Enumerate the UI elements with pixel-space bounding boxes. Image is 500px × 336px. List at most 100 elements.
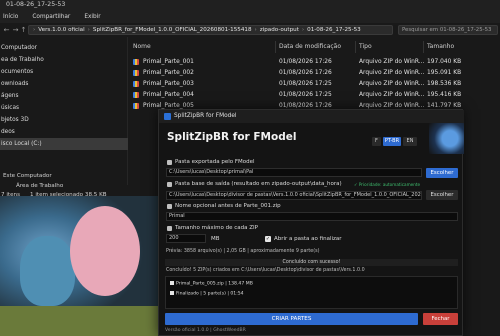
explorer-ribbon-tabs: Início Compartilhar Exibir: [0, 11, 500, 23]
address-row: ← → ↑ › Vers.1.0.0 oficial › SplitZipBR_…: [0, 23, 500, 37]
search-input[interactable]: Pesquisar em 01-08-26_17-25-53: [398, 25, 498, 35]
tag-icon: [167, 204, 172, 209]
file-row[interactable]: Primal_Parte_002 01/08/2026 17:26 Arquiv…: [130, 68, 500, 78]
auto-priority-badge: ✓ Prioridade: automaticamente: [354, 182, 421, 187]
pokemon-preview-image: [0, 196, 160, 336]
open-folder-label: Abrir a pasta ao finalizar: [274, 236, 342, 242]
sidebar-item-downloads[interactable]: ownloads: [0, 78, 128, 90]
max-size-unit: MB: [211, 236, 220, 242]
file-name: Primal_Parte_001: [143, 59, 194, 65]
column-divider[interactable]: [355, 41, 356, 53]
sidebar-item-images[interactable]: ágens: [0, 90, 128, 102]
sidebar-item-local-disk[interactable]: isco Local (C:): [0, 138, 128, 150]
file-name: Primal_Parte_004: [143, 92, 194, 98]
folder-icon: [167, 160, 172, 165]
winrar-archive-icon: [133, 59, 139, 65]
dialog-header: SplitZipBR for FModel F PT-BR EN: [159, 123, 464, 154]
result-summary: Concluído! 5 ZIP(s) criados em C:\Users\…: [166, 268, 365, 273]
file-size: 195.416 KB: [427, 92, 462, 98]
column-header-date[interactable]: Data de modificação: [279, 41, 341, 53]
breadcrumb-item[interactable]: 01-08-26_17-25-53: [307, 27, 361, 33]
optional-name-label: Nome opcional antes de Parte_001.zip: [175, 203, 281, 209]
explorer-status-area: Este Computador Área de Trabalho 7 itens…: [0, 173, 130, 198]
winrar-archive-icon: [133, 81, 139, 87]
chevron-right-icon: ›: [301, 27, 305, 33]
max-size-label: Tamanho máximo de cada ZIP: [175, 225, 258, 231]
column-header-size[interactable]: Tamanho: [427, 41, 454, 53]
language-button-en[interactable]: EN: [403, 137, 417, 146]
sidebar-item-desktop[interactable]: ea de Trabalho: [0, 54, 128, 66]
folder-icon: [167, 182, 172, 187]
file-date: 01/08/2026 17:25: [279, 81, 332, 87]
winrar-archive-icon: [133, 103, 139, 109]
breadcrumb-item[interactable]: zipado-output: [260, 27, 299, 33]
dialog-window-title: SplitZipBR for FModel: [174, 113, 237, 119]
explorer-titlebar: 01-08-26_17-25-53: [0, 0, 500, 11]
dialog-titlebar[interactable]: SplitZipBR for FModel: [159, 110, 464, 123]
file-size: 198.536 KB: [427, 81, 462, 87]
log-line: Primal_Parte_005.zip | 138.47 MB: [170, 281, 253, 287]
app-heading: SplitZipBR for FModel: [167, 131, 297, 143]
chevron-right-icon: ›: [33, 27, 36, 33]
optional-name-field[interactable]: Primal: [166, 212, 458, 221]
check-icon: [170, 291, 174, 295]
chevron-right-icon: ›: [87, 27, 90, 33]
file-date: 01/08/2026 17:25: [279, 92, 332, 98]
column-divider[interactable]: [275, 41, 276, 53]
open-folder-checkbox[interactable]: ✓: [265, 236, 271, 242]
success-banner: Concluído com sucesso!: [165, 259, 458, 266]
log-text: Finalizado | 5 parte(s) | 01:54: [176, 291, 244, 297]
file-name: Primal_Parte_003: [143, 81, 194, 87]
sidebar-item-documents[interactable]: ocumentos: [0, 66, 128, 78]
max-size-field[interactable]: 200: [166, 234, 206, 243]
ribbon-tab-inicio[interactable]: Início: [3, 11, 18, 23]
choose-source-button[interactable]: Escolher: [426, 168, 458, 178]
base-folder-label: Pasta base de saída (resultado em zipado…: [175, 181, 342, 187]
file-date: 01/08/2026 17:26: [279, 59, 332, 65]
back-arrow-icon[interactable]: ←: [2, 25, 11, 35]
splitzip-dialog: SplitZipBR for FModel SplitZipBR for FMo…: [158, 109, 464, 336]
explorer-window-title: 01-08-26_17-25-53: [6, 1, 66, 8]
source-folder-label: Pasta exportada pelo FModel: [175, 159, 255, 165]
file-type: Arquivo ZIP do WinR...: [359, 70, 425, 76]
check-icon: [170, 281, 174, 285]
file-name: Primal_Parte_002: [143, 70, 194, 76]
file-row[interactable]: Primal_Parte_003 01/08/2026 17:25 Arquiv…: [130, 79, 500, 89]
column-header-type[interactable]: Tipo: [359, 41, 372, 53]
scale-icon: [167, 226, 172, 231]
address-bar[interactable]: › Vers.1.0.0 oficial › SplitZipBR_for_FM…: [28, 25, 393, 35]
sidebar-item-computer[interactable]: Computador: [0, 42, 128, 54]
language-button-ptbr[interactable]: PT-BR: [383, 137, 401, 146]
preview-summary: Prévia: 3858 arquivo(s) | 2,05 GB | apro…: [166, 249, 320, 254]
file-size: 197.040 KB: [427, 59, 462, 65]
header-artwork: [429, 123, 464, 154]
create-parts-button[interactable]: CRIAR PARTES: [165, 313, 418, 325]
up-arrow-icon[interactable]: ↑: [19, 25, 28, 35]
file-type: Arquivo ZIP do WinR...: [359, 92, 425, 98]
sidebar-item-3d-objects[interactable]: bjetos 3D: [0, 114, 128, 126]
winrar-archive-icon: [133, 70, 139, 76]
footer-version: Versão oficial 1.0.0 | GhostWeedBR: [165, 328, 246, 333]
language-button-f[interactable]: F: [372, 137, 381, 146]
breadcrumb-item[interactable]: SplitZipBR_for_FModel_1.0.0_OFICIAL_2026…: [93, 27, 252, 33]
file-row[interactable]: Primal_Parte_001 01/08/2026 17:26 Arquiv…: [130, 57, 500, 67]
column-divider[interactable]: [423, 41, 424, 53]
chevron-right-icon: ›: [254, 27, 257, 33]
source-folder-field[interactable]: C:\Users\lucas\Desktop\primal\Pal: [166, 168, 422, 177]
log-line: Finalizado | 5 parte(s) | 01:54: [170, 291, 244, 297]
file-size: 195.091 KB: [427, 70, 462, 76]
file-row[interactable]: Primal_Parte_004 01/08/2026 17:25 Arquiv…: [130, 90, 500, 100]
ribbon-tab-exibir[interactable]: Exibir: [84, 11, 100, 23]
ribbon-tab-compartilhar[interactable]: Compartilhar: [32, 11, 70, 23]
choose-base-button[interactable]: Escolher: [426, 190, 458, 200]
column-header-name[interactable]: Nome: [133, 41, 151, 53]
winrar-archive-icon: [133, 92, 139, 98]
breadcrumb-item[interactable]: Vers.1.0.0 oficial: [38, 27, 84, 33]
base-folder-field[interactable]: C:\Users\lucas\Desktop\divisor de pastas…: [166, 191, 422, 200]
file-type: Arquivo ZIP do WinR...: [359, 59, 425, 65]
sidebar-item-videos[interactable]: deos: [0, 126, 128, 138]
sidebar-item-music[interactable]: úsicas: [0, 102, 128, 114]
close-button[interactable]: Fechar: [423, 313, 458, 325]
file-type: Arquivo ZIP do WinR...: [359, 81, 425, 87]
file-date: 01/08/2026 17:26: [279, 70, 332, 76]
